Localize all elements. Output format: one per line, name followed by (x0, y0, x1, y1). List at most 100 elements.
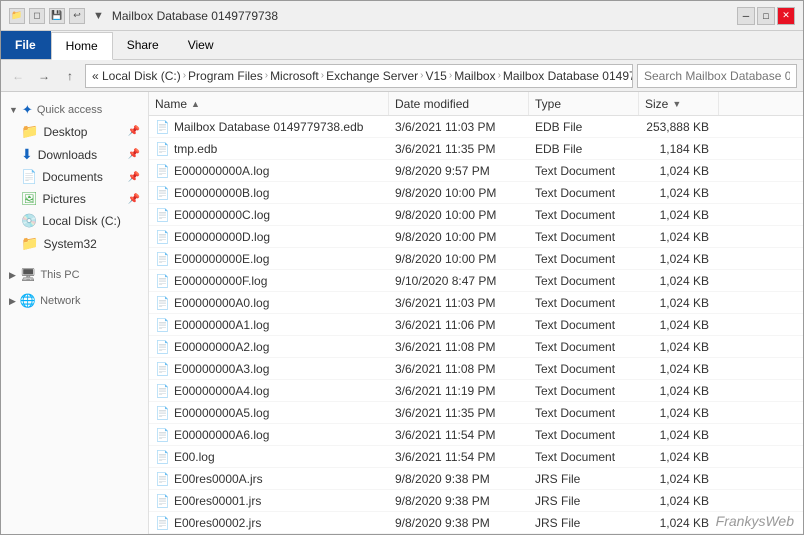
table-row[interactable]: 📄 E00000000A3.log 3/6/2021 11:08 PM Text… (149, 358, 803, 380)
file-date-cell: 9/8/2020 9:38 PM (389, 516, 529, 530)
pin-icon-dl: 📌 (128, 149, 140, 160)
close-button[interactable]: ✕ (777, 7, 795, 25)
thispc-icon: 🖥 (20, 267, 37, 283)
table-row[interactable]: 📄 E00000000A5.log 3/6/2021 11:35 PM Text… (149, 402, 803, 424)
table-row[interactable]: 📄 E000000000C.log 9/8/2020 10:00 PM Text… (149, 204, 803, 226)
col-header-name[interactable]: Name ▲ (149, 92, 389, 115)
forward-button[interactable]: → (33, 65, 55, 87)
file-date-cell: 3/6/2021 11:54 PM (389, 428, 529, 442)
pin-icon: 📌 (128, 126, 140, 137)
file-name: E00000000A3.log (174, 362, 269, 376)
file-name: E00000000A4.log (174, 384, 269, 398)
breadcrumb-programfiles[interactable]: Program Files (188, 69, 263, 83)
table-row[interactable]: 📄 E000000000F.log 9/10/2020 8:47 PM Text… (149, 270, 803, 292)
file-name: tmp.edb (174, 142, 217, 156)
network-header[interactable]: ▶ 🌐 Network (1, 287, 148, 311)
file-date-cell: 9/8/2020 10:00 PM (389, 208, 529, 222)
file-date-cell: 3/6/2021 11:06 PM (389, 318, 529, 332)
table-row[interactable]: 📄 E000000000E.log 9/8/2020 10:00 PM Text… (149, 248, 803, 270)
col-header-size[interactable]: Size ▼ (639, 92, 719, 115)
file-name: E000000000B.log (174, 186, 269, 200)
undo-icon[interactable]: ↩ (69, 8, 85, 24)
file-name-cell: 📄 E00res00002.jrs (149, 516, 389, 530)
back-button[interactable]: ← (7, 65, 29, 87)
breadcrumb-localc[interactable]: « Local Disk (C:) (92, 69, 181, 83)
table-row[interactable]: 📄 tmp.edb 3/6/2021 11:35 PM EDB File 1,1… (149, 138, 803, 160)
folder-icon-sys: 📁 (21, 235, 38, 252)
table-row[interactable]: 📄 E000000000B.log 9/8/2020 10:00 PM Text… (149, 182, 803, 204)
table-row[interactable]: 📄 E00000000A2.log 3/6/2021 11:08 PM Text… (149, 336, 803, 358)
drive-icon: 💿 (21, 213, 37, 229)
maximize-button[interactable]: □ (757, 7, 775, 25)
quick-access-header[interactable]: ▼ ✦ Quick access (1, 96, 148, 120)
file-date-cell: 3/6/2021 11:54 PM (389, 450, 529, 464)
sidebar-item-pictures[interactable]: 🖼 Pictures 📌 (1, 188, 148, 210)
file-name-cell: 📄 E00res00001.jrs (149, 494, 389, 508)
table-row[interactable]: 📄 E00000000A0.log 3/6/2021 11:03 PM Text… (149, 292, 803, 314)
quick-access-icon[interactable]: ◻ (29, 8, 45, 24)
file-type-cell: Text Document (529, 296, 639, 310)
file-size-cell: 1,024 KB (639, 186, 719, 200)
tab-view[interactable]: View (174, 31, 229, 59)
sidebar-item-documents[interactable]: 📄 Documents 📌 (1, 166, 148, 188)
sidebar-item-label-documents: Documents (42, 170, 103, 184)
table-row[interactable]: 📄 E00res00002.jrs 9/8/2020 9:38 PM JRS F… (149, 512, 803, 534)
file-type-icon: 📄 (155, 318, 170, 332)
breadcrumb-db[interactable]: Mailbox Database 0149779738 (503, 69, 633, 83)
file-name-cell: 📄 E00000000A3.log (149, 362, 389, 376)
table-row[interactable]: 📄 E000000000D.log 9/8/2020 10:00 PM Text… (149, 226, 803, 248)
up-button[interactable]: ↑ (59, 65, 81, 87)
file-date-cell: 3/6/2021 11:35 PM (389, 406, 529, 420)
sidebar: ▼ ✦ Quick access 📁 Desktop 📌 ⬇ Downloads… (1, 92, 149, 534)
thispc-chevron: ▶ (9, 270, 16, 281)
file-type-cell: JRS File (529, 472, 639, 486)
file-name-cell: 📄 E00000000A6.log (149, 428, 389, 442)
file-type-cell: Text Document (529, 362, 639, 376)
sep3: › (321, 70, 324, 81)
table-row[interactable]: 📄 E00res0000A.jrs 9/8/2020 9:38 PM JRS F… (149, 468, 803, 490)
file-size-cell: 1,024 KB (639, 230, 719, 244)
breadcrumb-mailbox[interactable]: Mailbox (454, 69, 495, 83)
file-name-cell: 📄 E000000000F.log (149, 274, 389, 288)
sep2: › (265, 70, 268, 81)
sidebar-item-localc[interactable]: 💿 Local Disk (C:) (1, 210, 148, 232)
tab-file[interactable]: File (1, 31, 51, 59)
star-icon: ✦ (22, 102, 33, 118)
file-type-icon: 📄 (155, 142, 170, 156)
file-name-cell: 📄 E000000000B.log (149, 186, 389, 200)
search-input[interactable] (637, 64, 797, 88)
tab-share[interactable]: Share (113, 31, 174, 59)
thispc-header[interactable]: ▶ 🖥 This PC (1, 261, 148, 285)
table-row[interactable]: 📄 E00000000A4.log 3/6/2021 11:19 PM Text… (149, 380, 803, 402)
sidebar-item-system32[interactable]: 📁 System32 (1, 232, 148, 255)
window-title: Mailbox Database 0149779738 (112, 9, 737, 23)
file-size-cell: 1,024 KB (639, 164, 719, 178)
breadcrumb-v15[interactable]: V15 (426, 69, 447, 83)
sidebar-item-label-desktop: Desktop (43, 125, 87, 139)
file-type-cell: Text Document (529, 450, 639, 464)
breadcrumb-microsoft[interactable]: Microsoft (270, 69, 319, 83)
save-icon[interactable]: 💾 (49, 8, 65, 24)
table-row[interactable]: 📄 E00000000A1.log 3/6/2021 11:06 PM Text… (149, 314, 803, 336)
file-name-cell: 📄 E00000000A0.log (149, 296, 389, 310)
table-row[interactable]: 📄 E00.log 3/6/2021 11:54 PM Text Documen… (149, 446, 803, 468)
table-row[interactable]: 📄 E00res00001.jrs 9/8/2020 9:38 PM JRS F… (149, 490, 803, 512)
sidebar-item-downloads[interactable]: ⬇ Downloads 📌 (1, 143, 148, 166)
file-type-cell: Text Document (529, 208, 639, 222)
table-row[interactable]: 📄 E000000000A.log 9/8/2020 9:57 PM Text … (149, 160, 803, 182)
address-box[interactable]: « Local Disk (C:) › Program Files › Micr… (85, 64, 633, 88)
tab-home[interactable]: Home (51, 32, 113, 60)
file-size-cell: 1,024 KB (639, 252, 719, 266)
col-header-date[interactable]: Date modified (389, 92, 529, 115)
file-type-icon: 📄 (155, 472, 170, 486)
table-row[interactable]: 📄 Mailbox Database 0149779738.edb 3/6/20… (149, 116, 803, 138)
breadcrumb-exchange[interactable]: Exchange Server (326, 69, 418, 83)
sort-arrow: ▲ (191, 99, 200, 109)
file-size-cell: 1,024 KB (639, 362, 719, 376)
table-row[interactable]: 📄 E00000000A6.log 3/6/2021 11:54 PM Text… (149, 424, 803, 446)
minimize-button[interactable]: ─ (737, 7, 755, 25)
sidebar-item-desktop[interactable]: 📁 Desktop 📌 (1, 120, 148, 143)
col-header-type[interactable]: Type (529, 92, 639, 115)
file-name-cell: 📄 E000000000E.log (149, 252, 389, 266)
file-date-cell: 9/10/2020 8:47 PM (389, 274, 529, 288)
